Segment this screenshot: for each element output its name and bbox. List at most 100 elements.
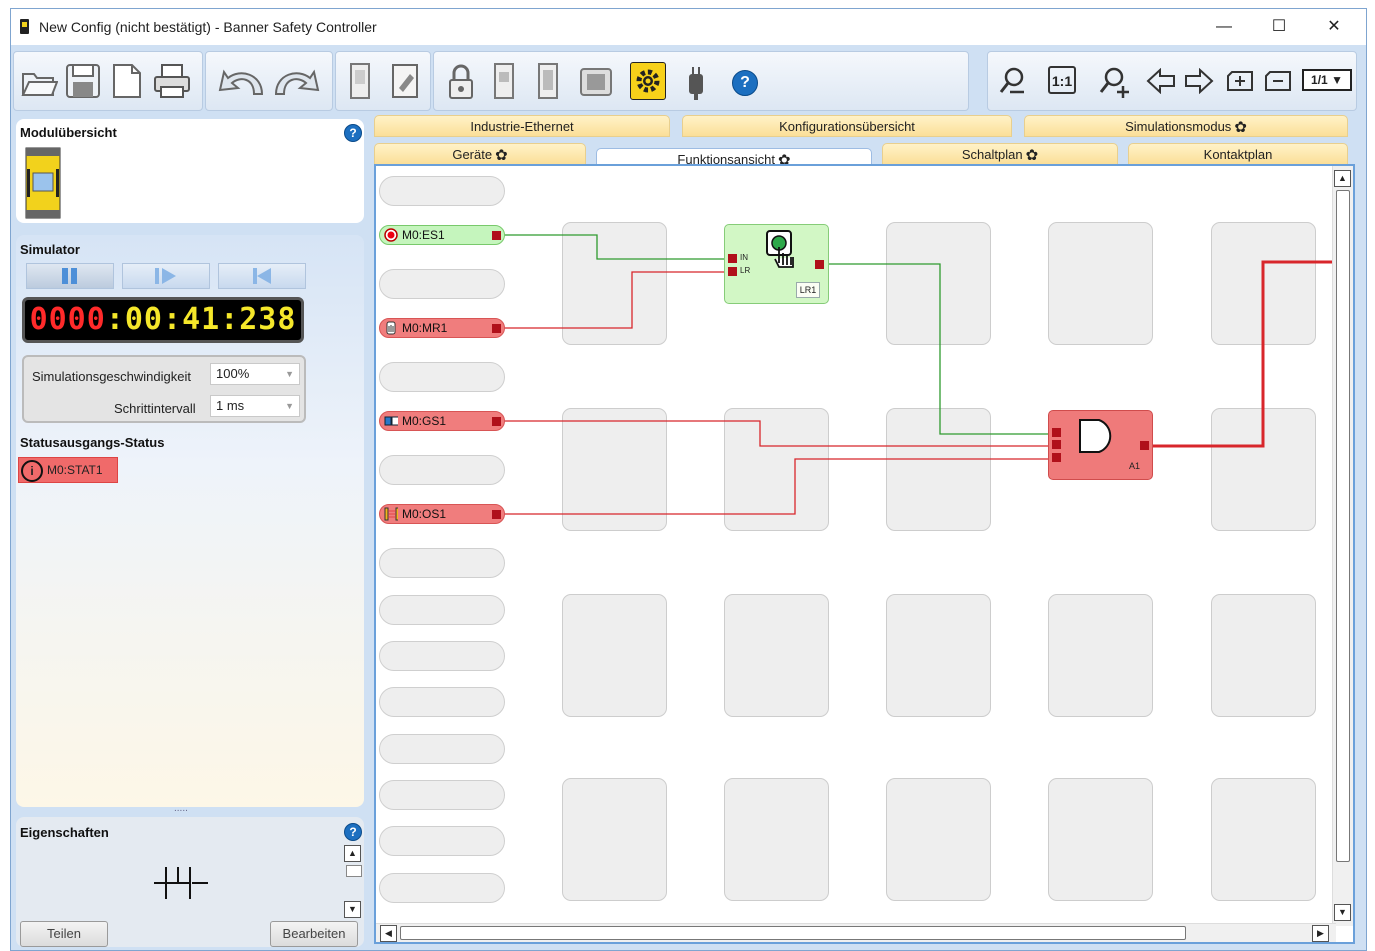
lock-icon[interactable]: [446, 62, 476, 102]
minimize-button[interactable]: —: [1201, 9, 1247, 45]
clock-seconds: 41: [182, 302, 221, 337]
scroll-thumb[interactable]: [1336, 190, 1350, 862]
tab-config-overview[interactable]: Konfigurationsübersicht: [682, 115, 1012, 137]
wire-es1-to-lr1-in: [502, 234, 728, 260]
window-title: New Config (nicht bestätigt) - Banner Sa…: [39, 19, 377, 35]
zoom-1to1-button[interactable]: 1:1: [1048, 66, 1076, 94]
remove-page-icon[interactable]: [1264, 70, 1292, 92]
input-m0-gs1[interactable]: M0:GS1: [379, 411, 505, 431]
function-view-canvas[interactable]: M0:ES1 M0:MR1 M0:GS1 M0:OS1 IN LR LR1 A1…: [374, 164, 1355, 944]
tab-industrial-ethernet[interactable]: Industrie-Ethernet: [374, 115, 670, 137]
page-select[interactable]: 1/1 ▼: [1302, 69, 1352, 91]
and-block-a1[interactable]: A1: [1048, 410, 1153, 480]
status-output-label: M0:STAT1: [47, 463, 103, 477]
input-pin: [728, 254, 737, 263]
save-icon[interactable]: [64, 62, 102, 100]
toolbar-group-view: 1:1 1/1 ▼: [987, 51, 1357, 111]
sim-speed-value: 100%: [216, 366, 250, 381]
tab-ladder-diagram[interactable]: Kontaktplan: [1128, 143, 1348, 165]
gear-icon: [636, 69, 660, 93]
properties-panel: Eigenschaften ? ▲ ▼ Teilen Bearbeiten: [16, 817, 364, 947]
horizontal-scrollbar[interactable]: ◀ ▶: [376, 923, 1336, 942]
scroll-thumb[interactable]: [346, 865, 362, 877]
step-interval-select[interactable]: 1 ms ▼: [210, 395, 300, 417]
wire-lr1-to-a1: [828, 263, 1052, 435]
module-overview-panel: Modulübersicht ?: [16, 119, 364, 223]
zoom-in-icon[interactable]: [1098, 66, 1130, 98]
input-m0-es1[interactable]: M0:ES1: [379, 225, 505, 245]
chip-icon[interactable]: [578, 66, 614, 98]
scroll-down-icon[interactable]: ▼: [344, 901, 361, 918]
input-m0-mr1[interactable]: M0:MR1: [379, 318, 505, 338]
left-panel: Modulübersicht ? Simulator 0000:00:41:23…: [14, 117, 369, 950]
undo-icon[interactable]: [212, 64, 268, 100]
sim-speed-select[interactable]: 100% ▼: [210, 363, 300, 385]
output-pin: [815, 260, 824, 269]
help-icon[interactable]: ?: [344, 124, 362, 142]
gear-button[interactable]: [630, 62, 666, 100]
sim-speed-label: Simulationsgeschwindigkeit: [32, 369, 191, 384]
scroll-up-icon[interactable]: ▲: [1334, 170, 1351, 187]
status-output-item[interactable]: i M0:STAT1: [18, 457, 118, 483]
gate-switch-icon: [384, 416, 398, 426]
block-label: A1: [1129, 461, 1141, 471]
tab-simulation-mode[interactable]: Simulationsmodus ✿: [1024, 115, 1348, 137]
tab-label: Geräte: [452, 147, 493, 162]
redo-icon[interactable]: [270, 64, 326, 100]
clock-sep: :: [220, 302, 240, 337]
plug-icon[interactable]: [684, 64, 708, 102]
toolbar-group-tools: ?: [433, 51, 969, 111]
input-m0-os1[interactable]: M0:OS1: [379, 504, 505, 524]
zoom-out-icon[interactable]: [998, 66, 1028, 96]
output-pin: [1140, 441, 1149, 450]
reset-button[interactable]: [218, 263, 306, 289]
scroll-up-icon[interactable]: ▲: [344, 845, 361, 862]
toolbar-group-edit: [205, 51, 333, 111]
tab-label: Schaltplan: [961, 147, 1023, 162]
vertical-scrollbar[interactable]: ▲ ▼: [1332, 166, 1353, 926]
help-icon[interactable]: ?: [344, 823, 362, 841]
close-button[interactable]: ✕: [1311, 9, 1357, 45]
device-icon[interactable]: [492, 62, 516, 102]
simulation-clock: 0000:00:41:238: [22, 297, 304, 343]
latch-reset-block-lr1[interactable]: IN LR LR1: [724, 224, 829, 304]
open-folder-icon[interactable]: [20, 64, 58, 100]
pin-label-lr: LR: [740, 266, 751, 275]
simulation-settings: Simulationsgeschwindigkeit 100% ▼ Schritt…: [22, 355, 306, 423]
app-window: New Config (nicht bestätigt) - Banner Sa…: [10, 8, 1367, 951]
add-page-icon[interactable]: [1226, 70, 1254, 92]
properties-title: Eigenschaften: [20, 825, 109, 840]
output-pin: [492, 510, 501, 519]
module-icon[interactable]: [348, 62, 372, 102]
properties-scrollbar[interactable]: ▲ ▼: [344, 845, 362, 918]
scroll-thumb[interactable]: [400, 926, 1186, 940]
new-icon[interactable]: [110, 62, 144, 100]
input-label: M0:MR1: [402, 321, 448, 335]
share-button[interactable]: Teilen: [20, 921, 108, 947]
pause-button[interactable]: [26, 263, 114, 289]
pin-label-in: IN: [740, 253, 748, 262]
maximize-button[interactable]: ☐: [1256, 9, 1302, 45]
step-button[interactable]: [122, 263, 210, 289]
tab-wiring-diagram[interactable]: Schaltplan ✿: [882, 143, 1118, 165]
device2-icon[interactable]: [536, 62, 560, 102]
controller-module-image[interactable]: [25, 147, 61, 219]
emergency-stop-icon: [384, 228, 398, 242]
print-icon[interactable]: [152, 62, 192, 100]
arrow-right-icon[interactable]: [1184, 68, 1214, 94]
output-pin: [492, 417, 501, 426]
edit-doc-icon[interactable]: [390, 62, 420, 102]
input-pin: [1052, 453, 1061, 462]
input-label: M0:ES1: [402, 228, 445, 242]
splitter-handle[interactable]: .....: [174, 803, 188, 814]
scroll-left-icon[interactable]: ◀: [380, 925, 397, 942]
scroll-right-icon[interactable]: ▶: [1312, 925, 1329, 942]
tab-devices[interactable]: Geräte ✿: [374, 143, 586, 165]
edit-button[interactable]: Bearbeiten: [270, 921, 358, 947]
arrow-left-icon[interactable]: [1146, 68, 1176, 94]
toolbar-group-module: [335, 51, 431, 111]
input-pin: [1052, 428, 1061, 437]
help-icon[interactable]: ?: [732, 70, 758, 96]
scroll-down-icon[interactable]: ▼: [1334, 904, 1351, 921]
reset-pushbutton-icon: [766, 230, 794, 268]
